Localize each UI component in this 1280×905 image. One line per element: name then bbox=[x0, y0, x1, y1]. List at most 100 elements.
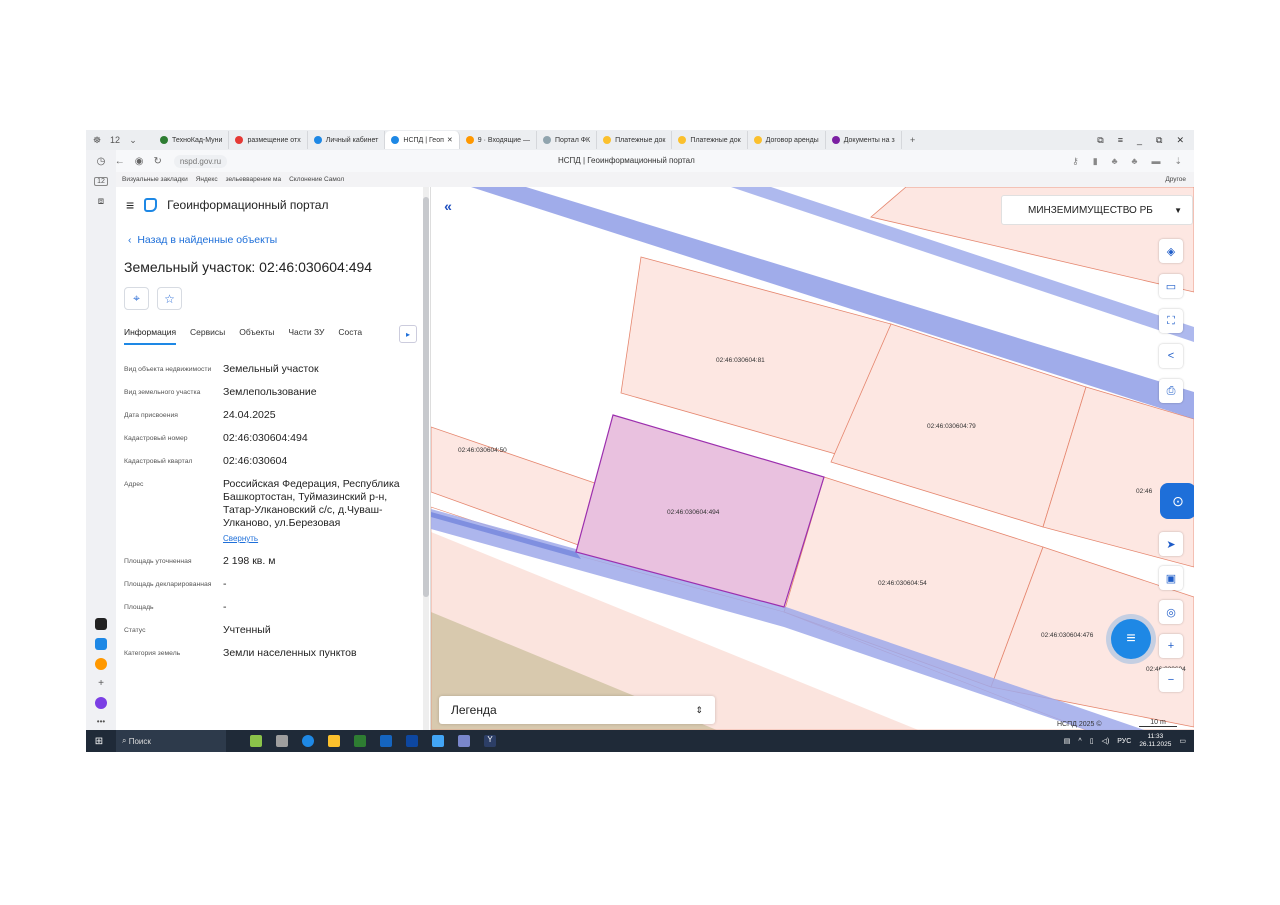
browser-tab[interactable]: Платежные док bbox=[672, 131, 748, 149]
new-tab-icon[interactable]: + bbox=[906, 133, 920, 147]
favorite-star-button[interactable]: ☆ bbox=[157, 287, 182, 310]
alice-icon[interactable] bbox=[95, 697, 107, 709]
app-icon[interactable] bbox=[250, 735, 262, 747]
bookmark-item[interactable]: зельевварение ма bbox=[226, 176, 282, 183]
locate-icon[interactable]: ➤ bbox=[1159, 532, 1183, 556]
browser-menu-icon[interactable]: ☸ bbox=[90, 133, 104, 147]
select-area-icon[interactable]: ⛶ bbox=[1159, 309, 1183, 333]
download-icon[interactable]: ⇣ bbox=[1174, 156, 1182, 167]
extension-icon[interactable]: ♣ bbox=[1112, 156, 1118, 167]
tab-objects[interactable]: Объекты bbox=[239, 327, 274, 345]
history-icon[interactable]: ◷ bbox=[97, 156, 106, 167]
key-icon[interactable]: ⚷ bbox=[1072, 156, 1079, 167]
collapse-address-link[interactable]: Свернуть bbox=[223, 532, 416, 545]
network-icon[interactable]: ▯ bbox=[1090, 737, 1094, 745]
tray-app-icon[interactable]: ▤ bbox=[1064, 737, 1071, 745]
reload-icon[interactable]: ↻ bbox=[153, 156, 161, 167]
tab-counter-badge[interactable]: 12 bbox=[108, 133, 122, 147]
tab-parts[interactable]: Части ЗУ bbox=[288, 327, 324, 345]
explorer-icon[interactable] bbox=[328, 735, 340, 747]
browser-tab[interactable]: Портал ФК bbox=[537, 131, 598, 149]
chevron-down-icon[interactable]: ⌄ bbox=[126, 133, 140, 147]
collapse-panel-button[interactable]: « bbox=[437, 195, 459, 217]
bookmarks-other[interactable]: Другое bbox=[1165, 176, 1194, 183]
edge-icon[interactable] bbox=[302, 735, 314, 747]
minimize-icon[interactable]: _ bbox=[1137, 135, 1142, 146]
extension-icon[interactable]: ▬ bbox=[1151, 156, 1160, 167]
chevron-up-icon[interactable]: ^ bbox=[1078, 738, 1081, 745]
app-icon[interactable] bbox=[95, 638, 107, 650]
windows-start-icon[interactable]: ⊞ bbox=[86, 736, 112, 747]
legend-select[interactable]: Легенда ⇕ bbox=[439, 696, 715, 724]
browser-tab[interactable]: Документы на з bbox=[826, 131, 902, 149]
back-arrow-icon[interactable]: ← bbox=[115, 156, 125, 167]
url-field[interactable]: nspd.gov.ru bbox=[173, 154, 228, 168]
volume-icon[interactable]: ◁) bbox=[1102, 737, 1110, 745]
menu-icon[interactable]: ≡ bbox=[126, 197, 134, 213]
chat-icon[interactable]: ≡ bbox=[1111, 619, 1151, 659]
notifications-icon[interactable]: ≡ bbox=[1118, 135, 1123, 146]
system-tray: ▤ ^ ▯ ◁) РУС 11:33 26.11.2025 ▭ bbox=[1064, 733, 1194, 749]
browser-tab[interactable]: Договор аренды bbox=[748, 131, 826, 149]
browser-tab[interactable]: Платежные док bbox=[597, 131, 673, 149]
yandex-browser-icon[interactable]: Y bbox=[484, 735, 496, 747]
close-icon[interactable]: ✕ bbox=[1176, 135, 1184, 146]
assistant-icon[interactable]: ⊙ bbox=[1160, 483, 1194, 519]
bookmark-item[interactable]: Склонение Самол bbox=[289, 176, 344, 183]
print-icon[interactable]: ⎙ bbox=[1159, 379, 1183, 403]
protect-icon[interactable]: ◉ bbox=[135, 156, 144, 167]
attribute-value-wrap: Землепользование bbox=[223, 386, 317, 399]
show-on-map-button[interactable]: ⌖ bbox=[124, 287, 149, 310]
notification-icon[interactable]: ▭ bbox=[1179, 737, 1186, 745]
scrollbar-thumb[interactable] bbox=[423, 197, 429, 597]
browser-tab[interactable]: ТехноКад-Муни bbox=[154, 131, 230, 149]
tab-label: Платежные док bbox=[615, 136, 666, 144]
restore-icon[interactable]: ⧉ bbox=[1156, 135, 1162, 146]
browser-tab[interactable]: размещение отх bbox=[229, 131, 308, 149]
taskview-icon[interactable] bbox=[276, 735, 288, 747]
ruler-icon[interactable]: ▭ bbox=[1159, 274, 1183, 298]
tab-composition[interactable]: Соста bbox=[338, 327, 362, 345]
tab-count-icon[interactable]: 12 bbox=[94, 177, 108, 186]
app-icon[interactable] bbox=[432, 735, 444, 747]
app-icon[interactable] bbox=[95, 618, 107, 630]
word-icon[interactable] bbox=[380, 735, 392, 747]
share-icon[interactable]: < bbox=[1159, 344, 1183, 368]
back-link[interactable]: ‹ Назад в найденные объекты bbox=[128, 234, 277, 246]
extension-icon[interactable]: ♣ bbox=[1132, 156, 1138, 167]
tab-info[interactable]: Информация bbox=[124, 327, 177, 345]
fullscreen-icon[interactable]: ▣ bbox=[1159, 566, 1183, 590]
app-icon[interactable] bbox=[95, 658, 107, 670]
app-icon[interactable] bbox=[458, 735, 470, 747]
zoom-in-icon[interactable]: + bbox=[1159, 634, 1183, 658]
attribute-row: Категория земель Земли населенных пунктов bbox=[124, 647, 416, 660]
screenshot-icon[interactable]: ⧈ bbox=[98, 196, 104, 207]
browser-tab[interactable]: Личный кабинет bbox=[308, 131, 386, 149]
outlook-icon[interactable] bbox=[406, 735, 418, 747]
more-icon[interactable]: ••• bbox=[97, 717, 105, 726]
attribute-row: Адрес Российская Федерация, Республика Ба… bbox=[124, 478, 416, 545]
panel-scrollbar[interactable] bbox=[423, 187, 429, 730]
taskbar-search[interactable]: ⌕ Поиск bbox=[116, 730, 226, 752]
collections-icon[interactable]: ⧉ bbox=[1097, 135, 1103, 146]
region-select[interactable]: МИНЗЕМИМУЩЕСТВО РБ ▼ bbox=[1001, 195, 1193, 225]
clock[interactable]: 11:33 26.11.2025 bbox=[1139, 733, 1171, 749]
portal-logo-icon bbox=[144, 198, 158, 212]
attribute-row: Дата присвоения 24.04.2025 bbox=[124, 409, 416, 422]
geolocation-icon[interactable]: ◎ bbox=[1159, 600, 1183, 624]
close-tab-icon[interactable]: ✕ bbox=[447, 136, 453, 144]
tab-services[interactable]: Сервисы bbox=[190, 327, 225, 345]
browser-tab[interactable]: НСПД | Геоп ✕ bbox=[385, 131, 460, 149]
zoom-out-icon[interactable]: − bbox=[1159, 668, 1183, 692]
add-icon[interactable]: + bbox=[98, 678, 104, 689]
tabs-scroll-right-button[interactable]: ▸ bbox=[399, 325, 417, 343]
tab-favicon-icon bbox=[160, 136, 168, 144]
bookmark-item[interactable]: Яндекс bbox=[196, 176, 218, 183]
map-canvas[interactable]: 02:46:030604:81 02:46:030604:79 02:46:03… bbox=[431, 187, 1194, 730]
language-indicator[interactable]: РУС bbox=[1117, 738, 1131, 745]
bookmark-icon[interactable]: ▮ bbox=[1093, 156, 1098, 167]
bookmark-item[interactable]: Визуальные закладки bbox=[122, 176, 188, 183]
layers-icon[interactable]: ◈ bbox=[1159, 239, 1183, 263]
browser-tab[interactable]: 9 · Входящие — bbox=[460, 131, 538, 149]
excel-icon[interactable] bbox=[354, 735, 366, 747]
